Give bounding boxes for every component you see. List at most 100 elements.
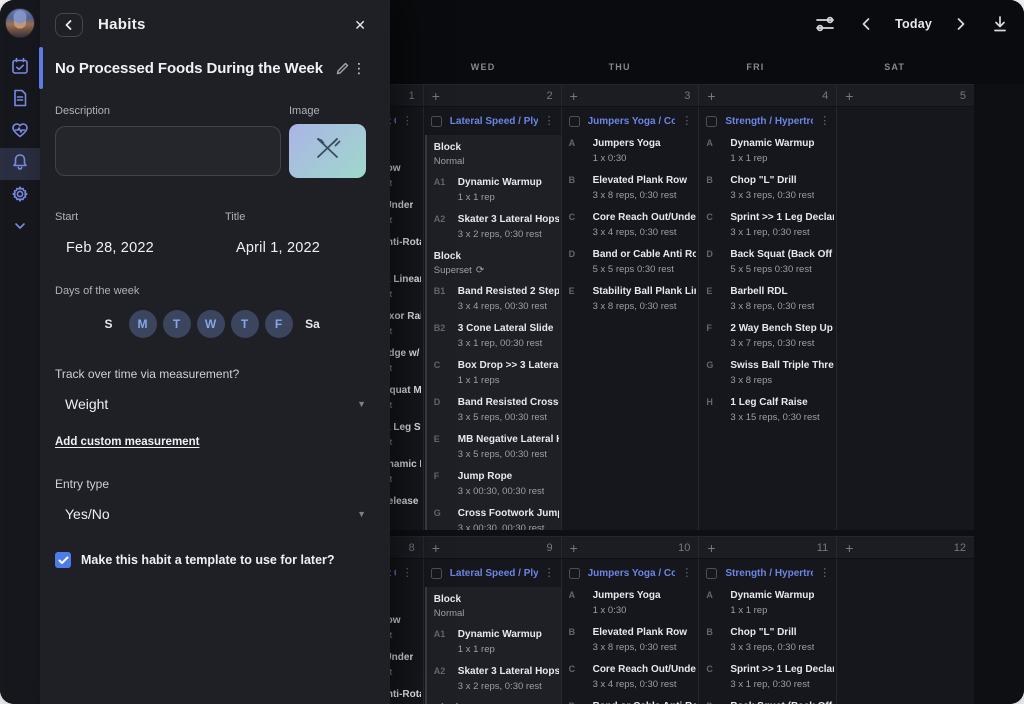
exercise-name: Sprint >> 1 Leg Declarations [730,211,834,224]
exercise-detail: 5 x 5 reps 0:30 rest [730,264,834,276]
day-cell [836,107,974,530]
day-number: 11 [817,542,828,554]
kebab-menu-icon[interactable]: ⋮ [544,568,555,579]
exercise-item: BChop "L" Drill3 x 3 reps, 0:30 rest [706,174,834,202]
description-input[interactable] [55,126,281,176]
exercise-detail: 3 x 5 reps, 00:30 rest [458,412,559,424]
exercise-letter: A1 [434,176,458,204]
day-number: 1 [409,90,415,102]
kebab-menu-icon[interactable]: ⋮ [819,568,830,579]
habit-image-tile[interactable] [289,124,366,178]
add-workout-button[interactable]: + [845,541,853,555]
add-workout-button[interactable]: + [707,89,715,103]
today-button[interactable]: Today [895,17,932,31]
kebab-menu-icon[interactable]: ⋮ [544,116,555,127]
workout-checkbox[interactable] [706,568,717,579]
exercise-detail: 3 x 8 reps [730,375,834,387]
kebab-menu-icon[interactable]: ⋮ [402,116,413,127]
workout-checkbox[interactable] [706,116,717,127]
add-workout-button[interactable]: + [570,541,578,555]
end-date-field[interactable]: April 1, 2022 [236,240,320,256]
day-toggle-t-4[interactable]: T [231,310,259,338]
day-toggle-w-3[interactable]: W [197,310,225,338]
exercise-name: Cross Footwork Jump Rope [458,507,559,520]
workout-checkbox[interactable] [431,116,442,127]
block-mode: Normal [434,156,559,168]
exercise-detail: 3 x 1 rep, 0:30 rest [730,679,834,691]
dow-header: THU [601,47,739,84]
measurement-value: Weight [65,396,108,412]
day-number: 2 [546,90,552,102]
sidebar-item-calendar[interactable] [0,52,40,84]
add-workout-button[interactable]: + [707,541,715,555]
fork-knife-icon [311,134,345,169]
day-cell-header: +2 [423,85,561,106]
sidebar-item-notifications[interactable] [0,148,40,180]
edit-pencil-icon[interactable] [335,61,350,76]
habit-kebab-menu-icon[interactable]: ⋮ [352,60,366,77]
day-cell: Lateral Speed / Plyo⋮BlockNormalA1Dynami… [423,559,561,704]
workout-checkbox[interactable] [569,568,580,579]
exercise-item: DBack Squat (Back Off Set)5 x 5 reps 0:3… [706,248,834,276]
back-button[interactable] [55,13,83,37]
sidebar-item-health[interactable] [0,116,40,148]
day-toggle-sa-6[interactable]: Sa [299,310,327,338]
active-nav-indicator [39,47,43,89]
exercise-name: MB Negative Lateral Hop... [458,433,559,446]
add-workout-button[interactable]: + [845,89,853,103]
add-workout-button[interactable]: + [432,541,440,555]
sidebar-item-settings[interactable] [0,180,40,212]
sidebar-item-documents[interactable] [0,84,40,116]
day-number: 12 [954,542,966,554]
habits-panel: Habits ✕ No Processed Foods During the W… [40,0,390,704]
kebab-menu-icon[interactable]: ⋮ [402,568,413,579]
chevron-right-icon[interactable] [954,15,968,33]
exercise-detail: 3 x 2 reps, 0:30 rest [458,681,559,693]
workout-title-row: Jumpers Yoga / Core ⋮ [562,563,699,587]
day-toggle-m-1[interactable]: M [129,310,157,338]
add-workout-button[interactable]: + [432,89,440,103]
day-toggle-f-5[interactable]: F [265,310,293,338]
exercise-detail: 3 x 8 reps, 0:30 rest [593,301,697,313]
panel-title: Habits [98,16,146,33]
habit-title-row: No Processed Foods During the Week ⋮ [55,60,366,77]
close-icon[interactable]: ✕ [354,18,366,32]
add-custom-measurement-link[interactable]: Add custom measurement [55,436,199,448]
exercise-letter: D [706,248,730,276]
start-label: Start [55,211,225,223]
workout-title-link[interactable]: Lateral Speed / Plyo [450,116,538,127]
workout-title-link[interactable]: Jumpers Yoga / Core [588,568,676,579]
chevron-down-icon: ▼ [357,509,366,519]
add-workout-button[interactable]: + [570,89,578,103]
workout-title-link[interactable]: Strength / Hypertro... [725,116,813,127]
day-number: 8 [409,542,415,554]
chevron-left-icon[interactable] [859,15,873,33]
exercise-letter: A2 [434,665,458,693]
start-date-field[interactable]: Feb 28, 2022 [66,240,225,256]
day-toggle-s-0[interactable]: S [95,310,123,338]
filter-sliders-icon[interactable] [813,13,837,35]
measurement-select[interactable]: Weight ▼ [55,396,366,412]
sidebar-item-expand[interactable] [0,212,40,244]
exercise-name: Core Reach Out/Under [593,663,697,676]
workout-title-link[interactable]: Jumpers Yoga / Core [588,116,676,127]
exercise-detail: 3 x 5 reps, 00:30 rest [458,449,559,461]
entry-type-select[interactable]: Yes/No ▼ [55,506,366,522]
exercise-letter: F [706,322,730,350]
exercise-detail: 1 x 1 rep [458,644,542,656]
kebab-menu-icon[interactable]: ⋮ [819,116,830,127]
workout-checkbox[interactable] [569,116,580,127]
exercise-detail: 3 x 1 rep, 00:30 rest [458,338,554,350]
template-checkbox[interactable] [55,552,71,568]
day-of-week-header-row: WEDTHUFRISAT [325,47,1014,84]
kebab-menu-icon[interactable]: ⋮ [681,116,692,127]
download-icon[interactable] [990,14,1010,34]
avatar[interactable] [5,8,35,38]
workout-title-link[interactable]: Strength / Hypertro... [725,568,813,579]
exercise-name: Barbell RDL [730,285,814,298]
exercise-detail: 3 x 3 reps, 0:30 rest [730,642,814,654]
workout-title-link[interactable]: Lateral Speed / Plyo [450,568,538,579]
workout-checkbox[interactable] [431,568,442,579]
kebab-menu-icon[interactable]: ⋮ [681,568,692,579]
day-toggle-t-2[interactable]: T [163,310,191,338]
